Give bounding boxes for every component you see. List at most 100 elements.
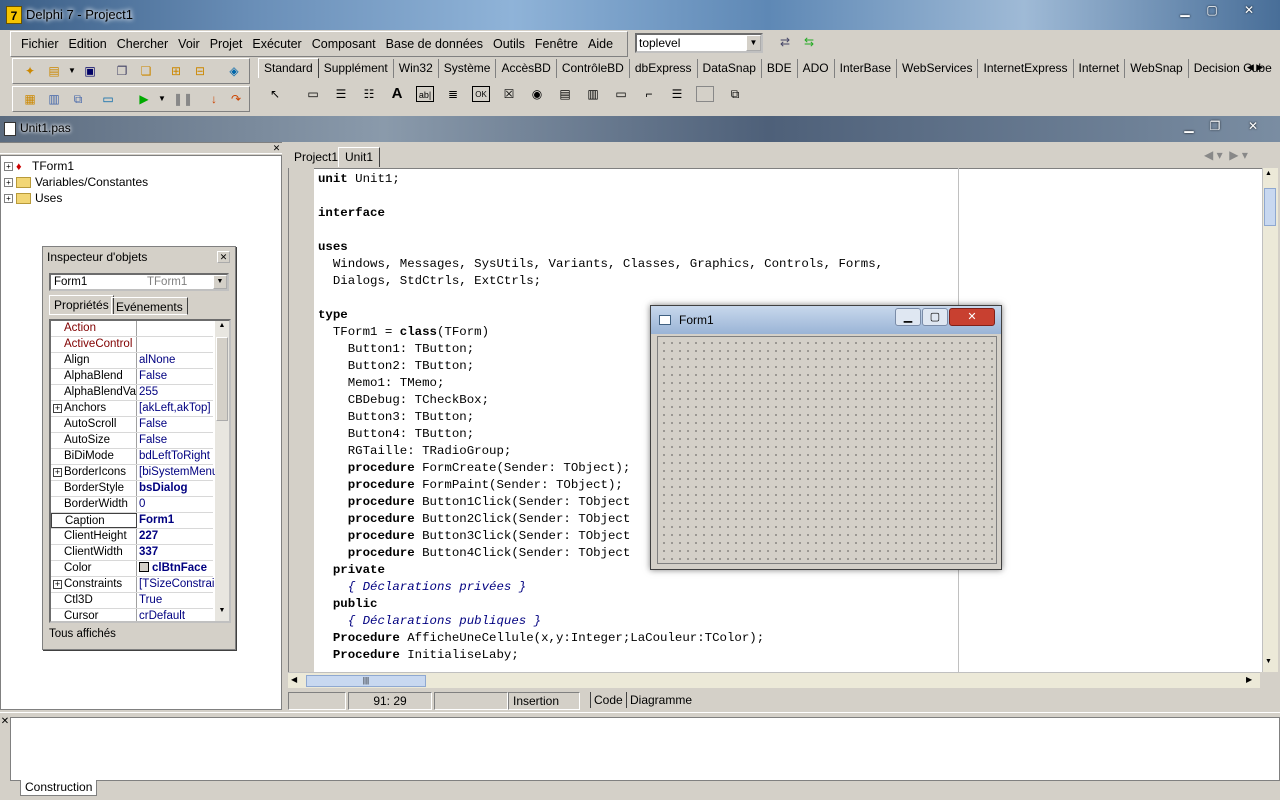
code-line[interactable]: TForm1 = class(TForm) <box>318 324 489 341</box>
property-row[interactable]: AlphaBlend False <box>51 369 213 385</box>
open-dropdown-icon[interactable]: ▼ <box>63 63 81 79</box>
menu-item-9[interactable]: Fenêtre <box>530 32 583 56</box>
palette-tab-0[interactable]: Standard <box>258 58 319 78</box>
palette-tab-11[interactable]: WebServices <box>897 59 979 78</box>
code-line[interactable]: Button2: TButton; <box>318 358 474 375</box>
tab-project1[interactable]: Project1 <box>288 148 344 168</box>
editor-minimize-button[interactable]: ▁ <box>1176 118 1202 136</box>
code-line[interactable]: private <box>318 562 385 579</box>
palette-tab-14[interactable]: WebSnap <box>1125 59 1189 78</box>
help-icon[interactable]: ◈ <box>225 63 243 79</box>
tab-properties[interactable]: Propriétés <box>49 295 114 315</box>
property-value[interactable]: bdLeftToRight <box>139 449 215 464</box>
combobox-icon[interactable]: ▥ <box>584 86 602 102</box>
mainmenu-icon[interactable]: ☰ <box>332 86 350 102</box>
expand-icon[interactable]: + <box>4 162 13 172</box>
palette-tab-1[interactable]: Supplément <box>319 59 394 78</box>
listbox-icon[interactable]: ▤ <box>556 86 574 102</box>
frames-icon[interactable]: ▭ <box>304 86 322 102</box>
code-line[interactable]: Button4: TButton; <box>318 426 474 443</box>
view-form-icon[interactable]: ▥ <box>45 91 63 107</box>
property-row[interactable]: Ctl3D True <box>51 593 213 609</box>
property-value[interactable]: Form1 <box>139 513 215 528</box>
palette-tab-10[interactable]: InterBase <box>835 59 897 78</box>
palette-tab-6[interactable]: dbExpress <box>630 59 698 78</box>
palette-tab-3[interactable]: Système <box>439 59 497 78</box>
tree-item-tform1[interactable]: + ♦ TForm1 <box>4 159 74 173</box>
code-line[interactable]: Dialogs, StdCtrls, ExtCtrls; <box>318 273 541 290</box>
edit-icon[interactable]: ab| <box>416 86 434 102</box>
code-line[interactable]: procedure FormPaint(Sender: TObject); <box>318 477 623 494</box>
editor-vertical-scrollbar[interactable]: ▲ ▼ <box>1262 168 1278 672</box>
tab-unit1[interactable]: Unit1 <box>338 147 381 167</box>
code-line[interactable]: procedure Button2Click(Sender: TObject <box>318 511 631 528</box>
property-row[interactable]: BorderWidth 0 <box>51 497 213 513</box>
palette-tab-9[interactable]: ADO <box>798 59 835 78</box>
property-value[interactable] <box>139 321 215 336</box>
chevron-down-icon[interactable]: ▼ <box>213 275 227 289</box>
palette-tab-5[interactable]: ContrôleBD <box>557 59 630 78</box>
open-project-icon[interactable]: ❏ <box>137 63 155 79</box>
palette-tab-2[interactable]: Win32 <box>394 59 439 78</box>
form1-designer-window[interactable]: Form1 ▁ ▢ ✕ <box>650 305 1002 570</box>
property-value[interactable]: alNone <box>139 353 215 368</box>
run-icon[interactable]: ▶ <box>135 91 153 107</box>
property-row[interactable]: Align alNone <box>51 353 213 369</box>
property-row[interactable]: + Constraints [TSizeConstrain <box>51 577 215 593</box>
pointer-icon[interactable]: ↖ <box>266 86 284 102</box>
palette-tab-7[interactable]: DataSnap <box>698 59 762 78</box>
tab-construction[interactable]: Construction <box>20 780 98 796</box>
add-file-icon[interactable]: ⊞ <box>167 63 185 79</box>
editor-close-button[interactable]: ✕ <box>1240 118 1266 136</box>
step-over-icon[interactable]: ↷ <box>227 91 245 107</box>
pause-icon[interactable]: ❚❚ <box>173 91 193 107</box>
palette-tab-8[interactable]: BDE <box>762 59 798 78</box>
radiogroup-icon[interactable]: ☰ <box>668 86 686 102</box>
toggle-form-unit-icon[interactable]: ⧉ <box>69 91 87 107</box>
menu-item-5[interactable]: Exécuter <box>247 32 306 56</box>
editor-restore-button[interactable]: ❐ <box>1202 118 1228 136</box>
palette-tab-13[interactable]: Internet <box>1074 59 1126 78</box>
menu-item-0[interactable]: Fichier <box>16 32 64 56</box>
navigation-arrows[interactable]: ◀ ▾ ▶ ▾ <box>1204 148 1276 164</box>
save-desktop-icon[interactable]: ⇄ <box>776 34 796 52</box>
menu-item-1[interactable]: Edition <box>64 32 112 56</box>
save-all-icon[interactable]: ❐ <box>113 63 131 79</box>
popupmenu-icon[interactable]: ☷ <box>360 86 378 102</box>
memo-icon[interactable]: ≣ <box>444 86 462 102</box>
tree-item-variables[interactable]: + Variables/Constantes <box>4 175 148 189</box>
property-value[interactable]: crDefault <box>139 609 215 621</box>
palette-tab-12[interactable]: InternetExpress <box>978 59 1074 78</box>
explorer-close-icon[interactable]: ✕ <box>271 143 282 154</box>
close-button[interactable]: ✕ <box>1234 2 1264 20</box>
new-icon[interactable]: ✦ <box>21 63 39 79</box>
code-line[interactable]: Button1: TButton; <box>318 341 474 358</box>
scroll-thumb[interactable]: ||| <box>306 675 426 687</box>
menu-item-6[interactable]: Composant <box>307 32 381 56</box>
menu-item-8[interactable]: Outils <box>488 32 530 56</box>
groupbox-icon[interactable]: ⌐ <box>640 86 658 102</box>
form1-title-bar[interactable]: Form1 ▁ ▢ ✕ <box>651 306 1001 334</box>
property-value[interactable]: 0 <box>139 497 215 512</box>
property-row[interactable]: ClientHeight 227 <box>51 529 213 545</box>
panel-icon[interactable] <box>696 86 714 102</box>
property-row[interactable]: Caption Form1 <box>51 513 213 529</box>
run-dropdown-icon[interactable]: ▼ <box>153 91 171 107</box>
tree-item-uses[interactable]: + Uses <box>4 191 62 205</box>
expand-icon[interactable]: + <box>4 194 13 204</box>
chevron-down-icon[interactable]: ▼ <box>746 35 761 51</box>
maximize-button[interactable]: ▢ <box>1199 2 1225 20</box>
radiobutton-icon[interactable]: ◉ <box>528 86 546 102</box>
property-row[interactable]: Action <box>51 321 213 337</box>
code-line[interactable]: public <box>318 596 378 613</box>
scroll-thumb[interactable] <box>216 337 228 421</box>
property-value[interactable]: 337 <box>139 545 215 560</box>
code-line[interactable]: Memo1: TMemo; <box>318 375 445 392</box>
code-line[interactable]: RGTaille: TRadioGroup; <box>318 443 512 460</box>
minimize-button[interactable]: ▁ <box>1172 2 1198 20</box>
property-value[interactable]: False <box>139 433 215 448</box>
view-unit-icon[interactable]: ▦ <box>21 91 39 107</box>
tab-events[interactable]: Evénements <box>111 297 188 315</box>
menu-item-4[interactable]: Projet <box>205 32 248 56</box>
code-line[interactable]: uses <box>318 239 348 256</box>
